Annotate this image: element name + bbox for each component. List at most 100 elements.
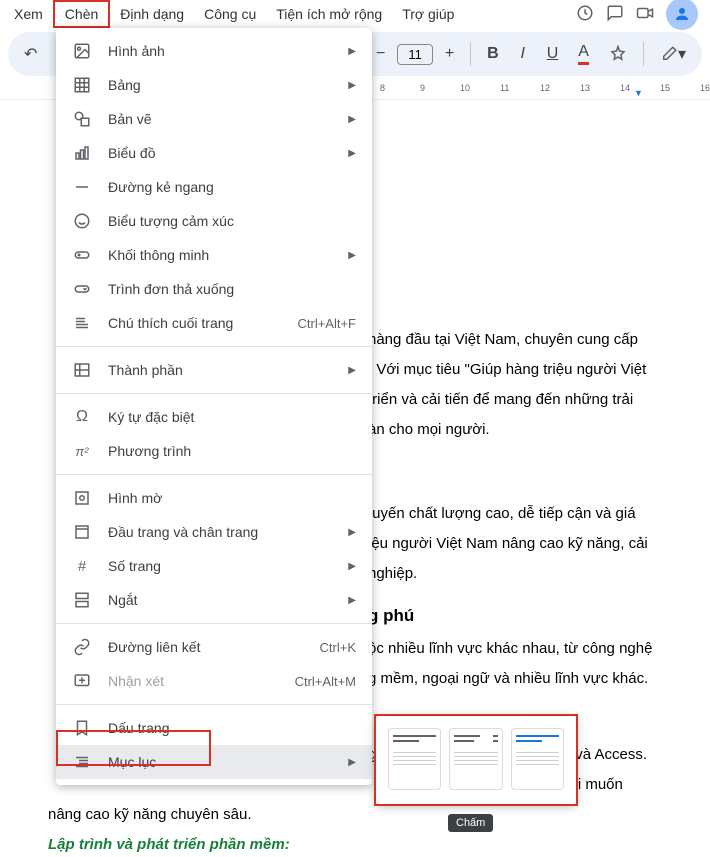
- insert-menu: Hình ảnh▶Bảng▶Bản vẽ▶Biểu đồ▶Đường kẻ ng…: [56, 28, 372, 785]
- history-icon[interactable]: [576, 4, 594, 25]
- emoji-icon: [72, 211, 92, 231]
- menu-label: Đường liên kết: [108, 639, 320, 655]
- tooltip: Chấm: [448, 814, 493, 832]
- menu-item-building[interactable]: Thành phần▶: [56, 353, 372, 387]
- text-color-btn[interactable]: A: [570, 39, 597, 69]
- user-avatar[interactable]: [666, 0, 698, 30]
- menu-item-footnote[interactable]: Chú thích cuối trangCtrl+Alt+F: [56, 306, 372, 340]
- menu-label: Bản vẽ: [108, 111, 348, 127]
- menu-label: Bảng: [108, 77, 348, 93]
- menu-label: Dấu trang: [108, 720, 356, 736]
- undo-btn[interactable]: ↶: [16, 40, 45, 68]
- table-icon: [72, 75, 92, 95]
- menu-item-dropdown[interactable]: Trình đơn thả xuống: [56, 272, 372, 306]
- toc-option-dotted[interactable]: [449, 728, 502, 790]
- menu-item-link[interactable]: Đường liên kếtCtrl+K: [56, 630, 372, 664]
- menu-label: Hình ảnh: [108, 43, 348, 59]
- menu-item-chart[interactable]: Biểu đồ▶: [56, 136, 372, 170]
- doc-heading-green: Lập trình và phát triển phần mềm:: [48, 833, 662, 857]
- menu-item-header[interactable]: Đầu trang và chân trang▶: [56, 515, 372, 549]
- menu-chen[interactable]: Chèn: [53, 0, 110, 28]
- watermark-icon: [72, 488, 92, 508]
- submenu-arrow-icon: ▶: [348, 757, 356, 768]
- omega-icon: Ω: [72, 407, 92, 427]
- pi-icon: π²: [72, 441, 92, 461]
- submenu-arrow-icon: ▶: [348, 250, 356, 261]
- menu-item-break[interactable]: Ngắt▶: [56, 583, 372, 617]
- menu-label: Trình đơn thả xuống: [108, 281, 356, 297]
- bookmark-icon: [72, 718, 92, 738]
- toc-option-links[interactable]: [511, 728, 564, 790]
- submenu-arrow-icon: ▶: [348, 114, 356, 125]
- building-icon: [72, 360, 92, 380]
- highlight-btn[interactable]: [601, 41, 635, 67]
- menu-item-omega[interactable]: Ω Ký tự đặc biệt: [56, 400, 372, 434]
- toc-submenu: [376, 716, 576, 804]
- menu-tien-ich[interactable]: Tiện ích mở rộng: [266, 2, 392, 26]
- footnote-icon: [72, 313, 92, 333]
- menu-item-watermark[interactable]: Hình mờ: [56, 481, 372, 515]
- menu-label: Biểu tượng cảm xúc: [108, 213, 356, 229]
- menu-label: Ngắt: [108, 592, 348, 608]
- image-icon: [72, 41, 92, 61]
- menu-xem[interactable]: Xem: [4, 2, 53, 26]
- pagenum-icon: #: [72, 556, 92, 576]
- toc-icon: [72, 752, 92, 772]
- submenu-arrow-icon: ▶: [348, 595, 356, 606]
- menu-item-chips[interactable]: Khối thông minh▶: [56, 238, 372, 272]
- submenu-arrow-icon: ▶: [348, 561, 356, 572]
- font-size-inc[interactable]: +: [437, 41, 462, 67]
- menu-cong-cu[interactable]: Công cụ: [194, 2, 266, 26]
- menu-item-pi[interactable]: π² Phương trình: [56, 434, 372, 468]
- menu-label: Đầu trang và chân trang: [108, 524, 348, 540]
- bold-btn[interactable]: B: [479, 41, 507, 67]
- menu-shortcut: Ctrl+K: [320, 640, 356, 655]
- menu-item-bookmark[interactable]: Dấu trang: [56, 711, 372, 745]
- comment-mode-icon[interactable]: [606, 4, 624, 25]
- menu-label: Hình mờ: [108, 490, 356, 506]
- doc-text: nâng cao kỹ năng chuyên sâu.: [48, 803, 662, 827]
- comment-icon: [72, 671, 92, 691]
- menu-dinh-dang[interactable]: Định dạng: [110, 2, 194, 26]
- menu-label: Số trang: [108, 558, 348, 574]
- submenu-arrow-icon: ▶: [348, 148, 356, 159]
- chart-icon: [72, 143, 92, 163]
- menu-item-hr[interactable]: Đường kẻ ngang: [56, 170, 372, 204]
- header-icon: [72, 522, 92, 542]
- submenu-arrow-icon: ▶: [348, 365, 356, 376]
- menu-shortcut: Ctrl+Alt+M: [295, 674, 356, 689]
- menu-item-comment: Nhận xétCtrl+Alt+M: [56, 664, 372, 698]
- menu-item-drawing[interactable]: Bản vẽ▶: [56, 102, 372, 136]
- italic-btn[interactable]: I: [511, 41, 535, 67]
- menu-item-emoji[interactable]: Biểu tượng cảm xúc: [56, 204, 372, 238]
- menu-label: Biểu đồ: [108, 145, 348, 161]
- submenu-arrow-icon: ▶: [348, 527, 356, 538]
- menu-label: Khối thông minh: [108, 247, 348, 263]
- menu-tro-giup[interactable]: Trợ giúp: [392, 2, 464, 26]
- menu-bar: Xem Chèn Định dạng Công cụ Tiện ích mở r…: [0, 0, 710, 28]
- submenu-arrow-icon: ▶: [348, 46, 356, 57]
- dropdown-icon: [72, 279, 92, 299]
- edit-mode-btn[interactable]: ▾: [652, 40, 694, 68]
- underline-btn[interactable]: U: [539, 41, 567, 67]
- menu-shortcut: Ctrl+Alt+F: [297, 316, 356, 331]
- submenu-arrow-icon: ▶: [348, 80, 356, 91]
- menu-label: Nhận xét: [108, 673, 295, 689]
- menu-label: Ký tự đặc biệt: [108, 409, 356, 425]
- break-icon: [72, 590, 92, 610]
- menu-item-image[interactable]: Hình ảnh▶: [56, 34, 372, 68]
- font-size-input[interactable]: 11: [397, 44, 433, 65]
- camera-icon[interactable]: [636, 4, 654, 25]
- menu-item-table[interactable]: Bảng▶: [56, 68, 372, 102]
- link-icon: [72, 637, 92, 657]
- toc-option-plain[interactable]: [388, 728, 441, 790]
- hr-icon: [72, 177, 92, 197]
- menu-label: Phương trình: [108, 443, 356, 459]
- menu-label: Thành phần: [108, 362, 348, 378]
- menu-label: Chú thích cuối trang: [108, 315, 297, 331]
- chips-icon: [72, 245, 92, 265]
- menu-label: Mục lục: [108, 754, 348, 770]
- drawing-icon: [72, 109, 92, 129]
- menu-item-pagenum[interactable]: # Số trang▶: [56, 549, 372, 583]
- menu-item-toc[interactable]: Mục lục▶: [56, 745, 372, 779]
